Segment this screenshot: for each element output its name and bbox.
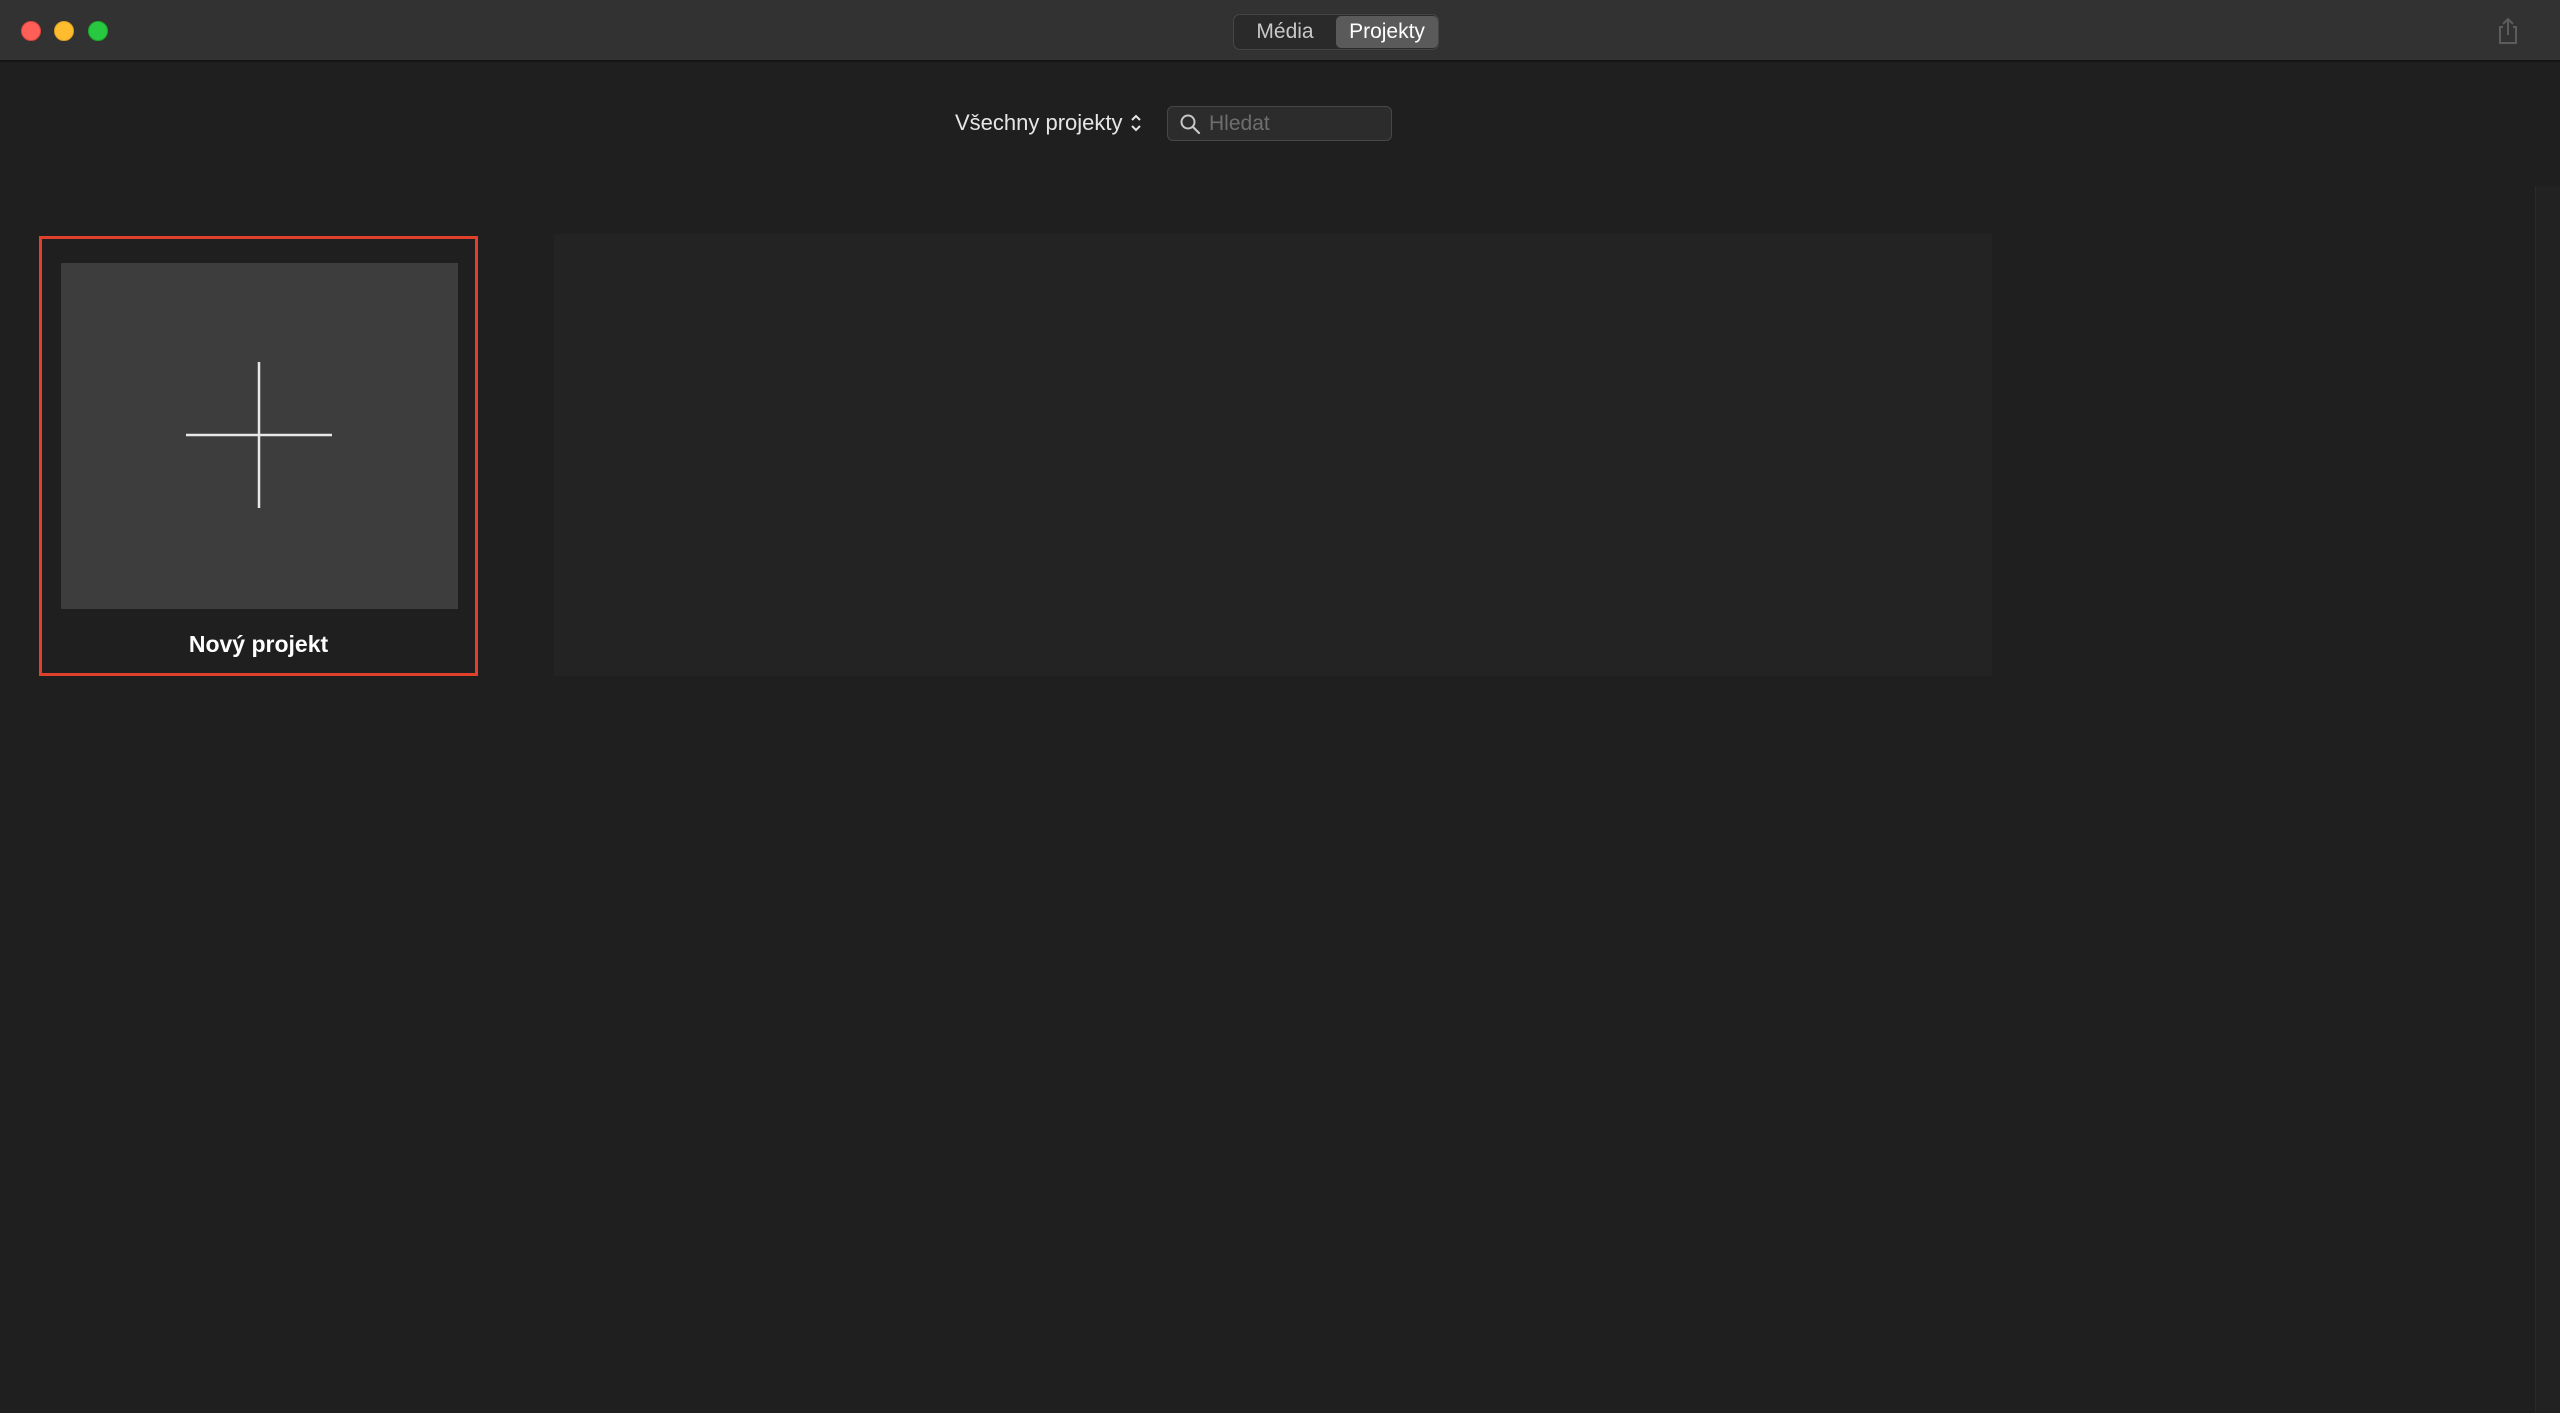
chevron-updown-icon (1130, 114, 1141, 132)
zoom-window-button[interactable] (88, 21, 108, 41)
tab-projects[interactable]: Projekty (1336, 16, 1438, 48)
new-project-label: Nový projekt (188, 631, 329, 657)
project-filter-dropdown[interactable]: Všechny projekty (955, 108, 1143, 138)
new-project-thumbnail[interactable] (61, 263, 458, 609)
imovie-window: Média Projekty Všechny projekty Nový pro… (0, 0, 2560, 1413)
new-project-card[interactable]: Nový projekt (39, 236, 478, 676)
project-list-area (554, 234, 1992, 676)
view-switcher: Média Projekty (1233, 14, 1439, 50)
search-icon (1180, 114, 1201, 134)
title-bar: Média Projekty (0, 0, 2560, 62)
plus-icon (186, 362, 332, 508)
vertical-scrollbar[interactable] (2535, 186, 2560, 1413)
search-input[interactable] (1201, 107, 1391, 140)
project-filter-label: Všechny projekty (955, 110, 1123, 135)
minimize-window-button[interactable] (54, 21, 74, 41)
tab-media[interactable]: Média (1234, 15, 1336, 49)
search-field[interactable] (1167, 106, 1392, 141)
share-icon[interactable] (2494, 16, 2522, 46)
close-window-button[interactable] (21, 21, 41, 41)
